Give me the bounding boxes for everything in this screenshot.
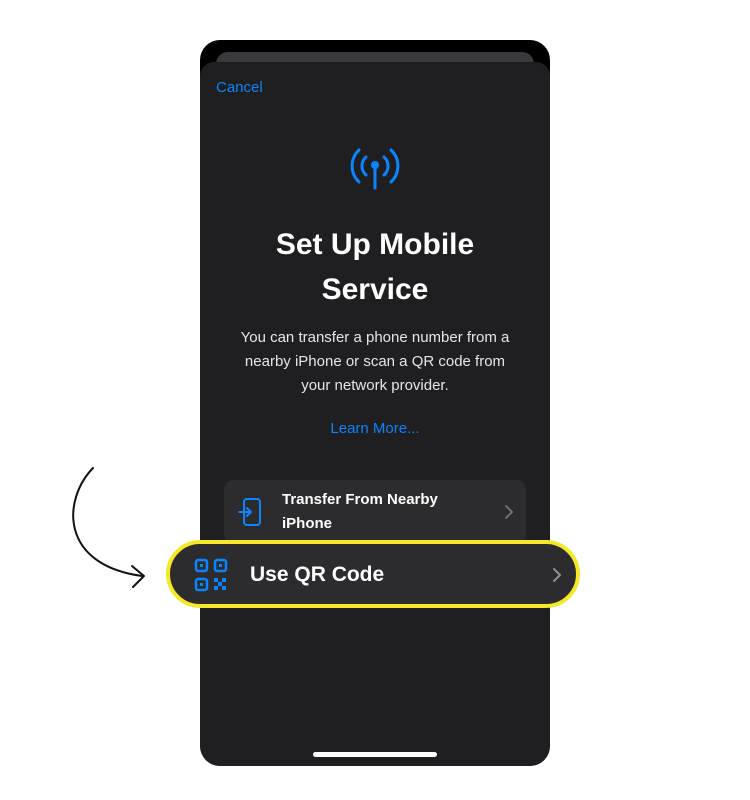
page-title: Set Up Mobile Service: [275, 228, 475, 306]
learn-more-link[interactable]: Learn More...: [200, 420, 550, 437]
chevron-right-icon: [505, 505, 513, 519]
antenna-icon: [350, 148, 400, 190]
use-qr-code-option[interactable]: Use QR Code: [166, 540, 580, 608]
curved-arrow-icon: [72, 467, 145, 588]
transfer-icon: [238, 498, 261, 526]
home-indicator: [313, 752, 437, 757]
setup-sheet: Cancel Set Up Mobile Service You can tra…: [200, 62, 550, 766]
transfer-option-label: Transfer From Nearby iPhone: [282, 491, 438, 532]
page-description: You can transfer a phone number from a n…: [240, 329, 510, 394]
transfer-from-iphone-option[interactable]: Transfer From Nearby iPhone: [224, 480, 526, 544]
phone-frame: Cancel Set Up Mobile Service You can tra…: [200, 40, 550, 766]
chevron-right-icon: [553, 568, 561, 582]
qr-code-icon: [194, 558, 228, 592]
use-qr-code-label: Use QR Code: [250, 563, 385, 586]
cancel-button[interactable]: Cancel: [216, 79, 263, 96]
